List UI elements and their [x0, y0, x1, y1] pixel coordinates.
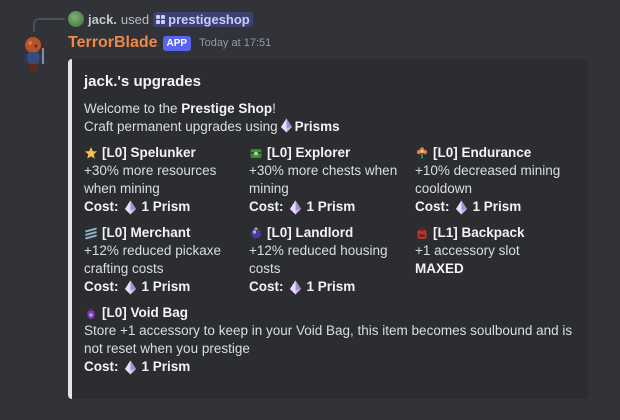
upgrade-field: [L0] Explorer +30% more chests when minin… [249, 144, 415, 216]
embed-title: jack.'s upgrades [84, 73, 201, 90]
prism-icon [124, 280, 137, 295]
prism-icon [124, 360, 137, 375]
reply-connector [33, 18, 65, 32]
shop-name: Prestige Shop [181, 101, 273, 116]
message-timestamp[interactable]: Today at 17:51 [199, 37, 271, 49]
cost-label: Cost: [84, 359, 119, 374]
bot-avatar[interactable] [16, 34, 56, 74]
craft-line: Craft permanent upgrades using Prisms [84, 118, 572, 136]
reply-used-text: used [120, 11, 150, 27]
cost-label: Cost: [84, 199, 119, 214]
flower-icon [415, 146, 429, 160]
upgrade-field: [L0] Merchant +12% reduced pickaxe crafti… [84, 224, 249, 296]
upgrade-cost: Cost: 1 Prism [84, 358, 580, 376]
upgrade-name-text: [L0] Endurance [433, 145, 532, 160]
prism-icon [280, 118, 293, 133]
welcome-suffix: ! [272, 101, 276, 116]
upgrade-description: +1 accessory slot [415, 243, 520, 258]
upgrade-description: +30% more chests when mining [249, 163, 398, 196]
upgrade-cost: Cost: 1 Prism [249, 198, 415, 216]
upgrade-name-text: [L0] Landlord [267, 225, 354, 240]
upgrade-description: +12% reduced pickaxe crafting costs [84, 243, 221, 276]
upgrade-name: [L0] Void Bag [84, 304, 580, 322]
cost-label: Cost: [84, 279, 119, 294]
scroll-icon [84, 226, 98, 240]
cost-value: 1 Prism [472, 199, 522, 214]
cost-label: Cost: [249, 279, 284, 294]
command-reply: jack. used prestigeshop [68, 10, 253, 28]
cost-label: Cost: [249, 199, 284, 214]
upgrade-name: [L0] Spelunker [84, 144, 249, 162]
chest-icon [249, 146, 263, 160]
app-command-icon [156, 14, 166, 24]
upgrade-name: [L0] Merchant [84, 224, 249, 242]
orb-icon [249, 226, 263, 240]
upgrade-name: [L1] Backpack [415, 224, 580, 242]
command-name: prestigeshop [168, 11, 250, 27]
upgrade-name-text: [L0] Void Bag [102, 305, 188, 320]
upgrade-description: Store +1 accessory to keep in your Void … [84, 323, 573, 356]
upgrade-field: [L0] Endurance +10% decreased mining cool… [415, 144, 580, 216]
upgrade-field: [L0] Void Bag Store +1 accessory to keep … [84, 304, 580, 376]
maxed-status: MAXED [415, 261, 464, 276]
upgrade-cost: Cost: 1 Prism [415, 198, 580, 216]
upgrade-description: +12% reduced housing costs [249, 243, 388, 276]
cost-value: 1 Prism [141, 359, 191, 374]
cost-value: 1 Prism [141, 279, 191, 294]
prism-icon [124, 200, 137, 215]
welcome-line: Welcome to the Prestige Shop! [84, 100, 572, 118]
prism-icon [289, 280, 302, 295]
prism-icon [289, 200, 302, 215]
message-header: TerrorBlade APP Today at 17:51 [68, 34, 271, 52]
upgrade-name: [L0] Endurance [415, 144, 580, 162]
cost-value: 1 Prism [306, 199, 356, 214]
embed-description: Welcome to the Prestige Shop! Craft perm… [84, 100, 572, 136]
upgrade-field: [L0] Spelunker +30% more resources when m… [84, 144, 249, 216]
welcome-prefix: Welcome to the [84, 101, 182, 116]
upgrade-name-text: [L0] Spelunker [102, 145, 196, 160]
upgrades-embed: jack.'s upgrades Welcome to the Prestige… [68, 59, 588, 399]
author-name[interactable]: TerrorBlade [68, 34, 158, 52]
upgrade-name: [L0] Landlord [249, 224, 415, 242]
cost-value: 1 Prism [141, 199, 191, 214]
void-bag-icon [84, 306, 98, 320]
upgrade-field: [L0] Landlord +12% reduced housing costs C… [249, 224, 415, 296]
prism-icon [455, 200, 468, 215]
cost-label: Cost: [415, 199, 450, 214]
reply-username[interactable]: jack. [88, 12, 117, 27]
upgrade-cost: Cost: 1 Prism [84, 198, 249, 216]
backpack-icon [415, 226, 429, 240]
star-icon [84, 146, 98, 160]
upgrade-name-text: [L1] Backpack [433, 225, 525, 240]
app-badge: APP [162, 35, 192, 51]
reply-avatar[interactable] [68, 11, 84, 27]
upgrade-name: [L0] Explorer [249, 144, 415, 162]
upgrade-fields: [L0] Spelunker +30% more resources when m… [84, 144, 572, 376]
upgrade-name-text: [L0] Merchant [102, 225, 191, 240]
slash-command-chip[interactable]: prestigeshop [153, 11, 253, 27]
craft-prefix: Craft permanent upgrades using [84, 119, 278, 134]
upgrade-field: [L1] Backpack +1 accessory slot MAXED [415, 224, 580, 296]
upgrade-name-text: [L0] Explorer [267, 145, 351, 160]
upgrade-cost: Cost: 1 Prism [84, 278, 249, 296]
upgrade-description: +10% decreased mining cooldown [415, 163, 561, 196]
cost-value: 1 Prism [306, 279, 356, 294]
upgrade-description: +30% more resources when mining [84, 163, 217, 196]
upgrade-cost: Cost: 1 Prism [249, 278, 415, 296]
currency-name: Prisms [294, 119, 340, 134]
